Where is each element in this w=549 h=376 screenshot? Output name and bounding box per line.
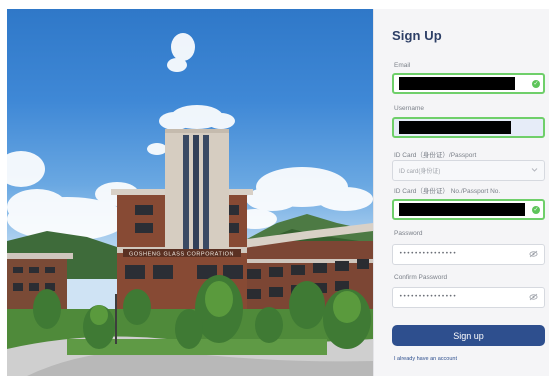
redacted-id-number bbox=[399, 203, 525, 216]
confirm-password-value: ••••••••••••••• bbox=[399, 293, 457, 300]
eye-off-icon[interactable] bbox=[529, 293, 538, 301]
id-type-selected: ID card(身份证) bbox=[399, 169, 441, 175]
login-link[interactable]: I already have an account bbox=[394, 356, 457, 362]
email-field[interactable]: ✓ bbox=[392, 73, 545, 94]
id-number-field[interactable]: ✓ bbox=[392, 199, 545, 220]
username-field[interactable] bbox=[392, 117, 545, 138]
signup-button[interactable]: Sign up bbox=[392, 325, 545, 346]
id-type-select[interactable]: ID card(身份证) bbox=[392, 160, 545, 181]
form-title: Sign Up bbox=[392, 28, 442, 43]
password-field[interactable]: ••••••••••••••• bbox=[392, 244, 545, 265]
eye-off-icon[interactable] bbox=[529, 250, 538, 258]
password-value: ••••••••••••••• bbox=[399, 250, 457, 257]
building-sign: GOSHENG GLASS CORPORATION bbox=[129, 252, 234, 258]
chevron-down-icon bbox=[531, 168, 538, 172]
redacted-username bbox=[399, 121, 511, 134]
campus-building-illustration: GOSHENG GLASS CORPORATION bbox=[7, 33, 373, 376]
signup-panel: Sign Up Email ✓ Username ID Card（身份证）/Pa… bbox=[373, 9, 549, 376]
confirm-password-field[interactable]: ••••••••••••••• bbox=[392, 287, 545, 308]
id-type-label: ID Card（身份证）/Passport bbox=[394, 152, 477, 159]
email-label: Email bbox=[394, 62, 411, 69]
redacted-email bbox=[399, 77, 515, 90]
id-number-label: ID Card（身份证） No./Passport No. bbox=[394, 188, 501, 195]
hero-photo: GOSHENG GLASS CORPORATION bbox=[7, 9, 373, 376]
username-label: Username bbox=[394, 105, 424, 112]
check-circle-icon: ✓ bbox=[532, 80, 540, 88]
password-label: Password bbox=[394, 230, 423, 237]
check-circle-icon: ✓ bbox=[532, 206, 540, 214]
confirm-password-label: Confirm Password bbox=[394, 274, 448, 281]
